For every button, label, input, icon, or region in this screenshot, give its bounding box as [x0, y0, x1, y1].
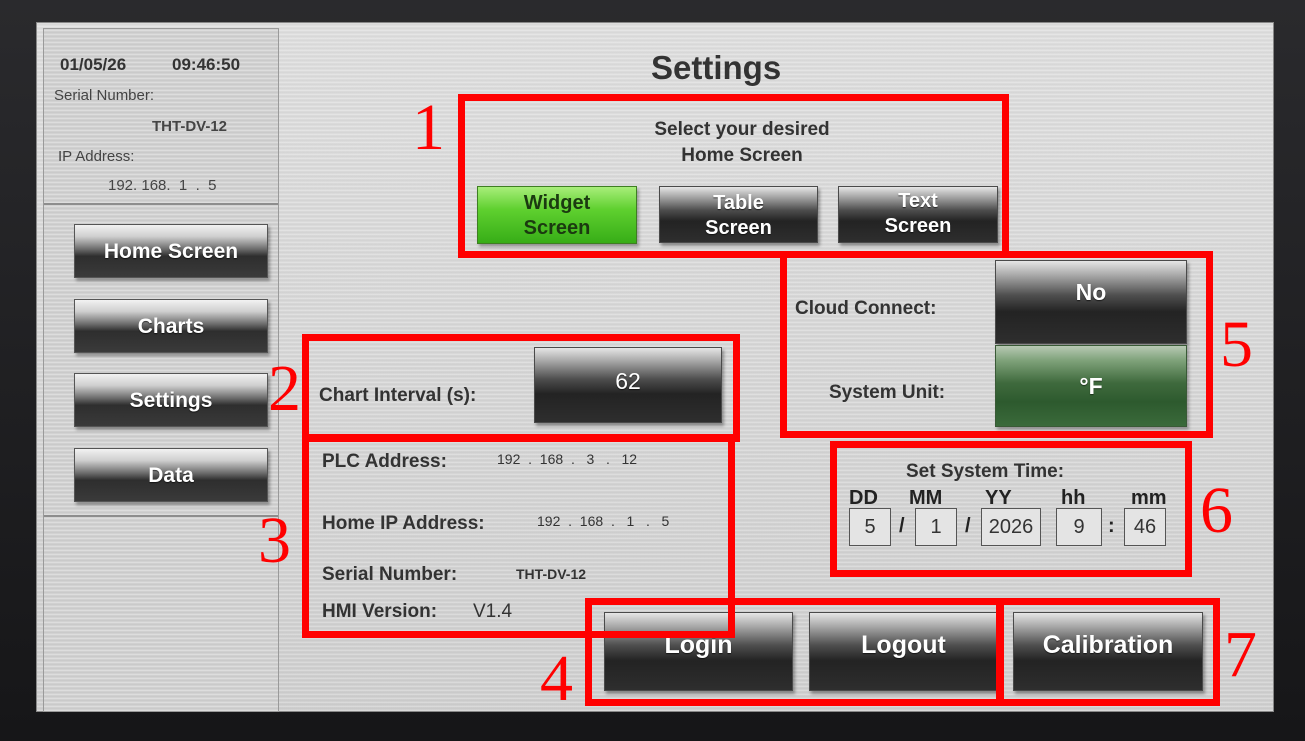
current-time: 09:46:50: [172, 55, 241, 74]
callout-5: 5: [1220, 308, 1253, 381]
callout-1: 1: [412, 91, 445, 164]
serial-number-value: THT-DV-12: [152, 118, 228, 135]
nav-settings-button[interactable]: Settings: [74, 373, 268, 427]
callout-3: 3: [258, 504, 291, 577]
nav-charts-button[interactable]: Charts: [74, 299, 268, 353]
nav-panel: Home Screen Charts Settings Data: [44, 207, 278, 517]
highlight-box-5: [780, 251, 1213, 438]
ip-address-label: IP Address:: [58, 148, 135, 165]
highlight-box-6: [830, 441, 1192, 577]
nav-home-screen-button[interactable]: Home Screen: [74, 224, 268, 278]
callout-6: 6: [1200, 474, 1233, 547]
highlight-box-4: [585, 598, 1003, 706]
current-date: 01/05/26: [60, 55, 127, 74]
callout-7: 7: [1224, 618, 1257, 691]
highlight-box-7: [997, 598, 1220, 706]
sidebar: 01/05/26 09:46:50 Serial Number: THT-DV-…: [43, 28, 279, 712]
device-info-panel: 01/05/26 09:46:50 Serial Number: THT-DV-…: [44, 29, 278, 205]
serial-number-label: Serial Number:: [54, 87, 155, 104]
callout-4: 4: [540, 642, 573, 715]
highlight-box-2: [302, 334, 740, 442]
highlight-box-1: [458, 94, 1009, 258]
nav-data-button[interactable]: Data: [74, 448, 268, 502]
page-title: Settings: [651, 49, 782, 86]
ip-address-value: 192. 168. 1 . 5: [108, 177, 217, 194]
callout-2: 2: [268, 352, 301, 425]
